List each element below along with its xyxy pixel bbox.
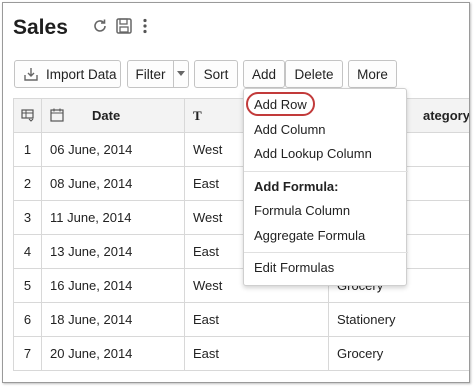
row-number: 1 — [13, 132, 42, 167]
table-row[interactable]: 6 18 June, 2014 East Stationery — [13, 302, 469, 337]
region-cell[interactable]: East — [184, 336, 329, 371]
import-data-button[interactable]: Import Data — [14, 60, 121, 88]
date-cell[interactable]: 16 June, 2014 — [41, 268, 185, 303]
filter-button[interactable]: Filter — [127, 60, 189, 88]
menu-item-add-column[interactable]: Add Column — [254, 120, 326, 140]
import-icon — [24, 68, 38, 81]
menu-divider — [244, 252, 408, 253]
caret-down-icon — [177, 71, 185, 76]
delete-button[interactable]: Delete — [285, 60, 343, 88]
refresh-icon[interactable] — [91, 17, 109, 35]
row-number: 2 — [13, 166, 42, 201]
date-cell[interactable]: 06 June, 2014 — [41, 132, 185, 167]
table-settings-icon — [21, 109, 34, 122]
add-button[interactable]: Add — [243, 60, 285, 88]
filter-dropdown-toggle[interactable] — [173, 61, 188, 87]
save-icon[interactable] — [115, 17, 133, 35]
menu-item-formula-column[interactable]: Formula Column — [254, 201, 350, 221]
category-cell[interactable]: Grocery — [328, 336, 469, 371]
app-window: Sales Import Data Filter Sort Add Delete… — [2, 2, 470, 383]
category-cell[interactable]: Stationery — [328, 302, 469, 337]
column-header-category-label: ategory — [423, 108, 470, 123]
date-cell[interactable]: 20 June, 2014 — [41, 336, 185, 371]
row-number: 4 — [13, 234, 42, 269]
menu-item-edit-formulas[interactable]: Edit Formulas — [254, 258, 334, 278]
filter-label: Filter — [135, 66, 166, 82]
row-number: 3 — [13, 200, 42, 235]
date-cell[interactable]: 13 June, 2014 — [41, 234, 185, 269]
column-header-date[interactable]: Date — [41, 98, 185, 133]
page-title: Sales — [13, 16, 68, 39]
text-type-icon: T — [193, 107, 202, 123]
row-number: 6 — [13, 302, 42, 337]
region-cell[interactable]: East — [184, 302, 329, 337]
more-button[interactable]: More — [348, 60, 397, 88]
menu-item-add-lookup-column[interactable]: Add Lookup Column — [254, 144, 372, 164]
more-vertical-icon[interactable] — [139, 17, 151, 35]
menu-divider — [244, 171, 408, 172]
add-dropdown-menu: Add Row Add Column Add Lookup Column Add… — [243, 88, 408, 286]
row-number: 5 — [13, 268, 42, 303]
sort-button[interactable]: Sort — [194, 60, 238, 88]
menu-item-aggregate-formula[interactable]: Aggregate Formula — [254, 226, 365, 246]
menu-item-add-row[interactable]: Add Row — [254, 95, 307, 115]
row-selector-header[interactable] — [13, 98, 42, 133]
date-cell[interactable]: 08 June, 2014 — [41, 166, 185, 201]
column-header-date-label: Date — [92, 108, 121, 123]
calendar-icon — [50, 108, 64, 122]
table-row[interactable]: 7 20 June, 2014 East Grocery — [13, 336, 469, 371]
menu-heading-add-formula: Add Formula: — [254, 179, 339, 194]
row-number: 7 — [13, 336, 42, 371]
import-data-label: Import Data — [46, 66, 117, 82]
date-cell[interactable]: 18 June, 2014 — [41, 302, 185, 337]
date-cell[interactable]: 11 June, 2014 — [41, 200, 185, 235]
